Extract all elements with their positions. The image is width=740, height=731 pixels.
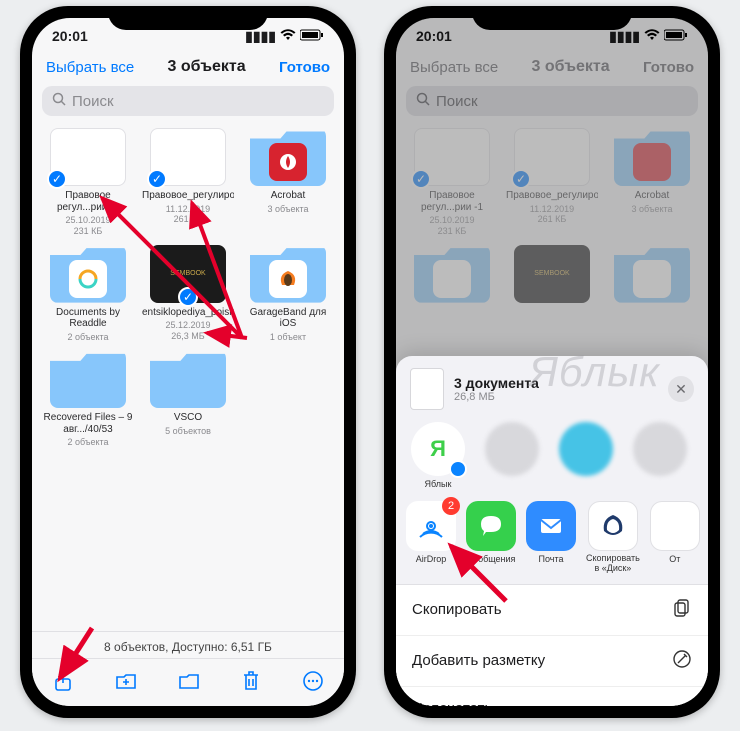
- signal-icon: ▮▮▮▮: [245, 28, 276, 45]
- sheet-subtitle: 26,8 МБ: [454, 391, 539, 403]
- page-title: 3 объекта: [168, 58, 246, 76]
- markup-icon: [672, 649, 692, 673]
- sheet-title: 3 документа: [454, 375, 539, 391]
- share-app-mail[interactable]: Почта: [526, 501, 576, 574]
- delete-button[interactable]: [241, 670, 261, 695]
- action-markup[interactable]: Добавить разметку: [396, 636, 708, 687]
- bottom-toolbar: [32, 658, 344, 706]
- status-time: 20:01: [52, 28, 88, 44]
- file-thumbnail: ✓: [150, 128, 226, 186]
- close-button[interactable]: ✕: [668, 376, 694, 402]
- folder-thumbnail: [250, 128, 326, 186]
- folder-item[interactable]: VSCO 5 объектов: [140, 350, 236, 448]
- select-all-link[interactable]: Выбрать все: [46, 59, 134, 76]
- more-button[interactable]: [302, 670, 324, 695]
- watermark: Яблык: [529, 348, 660, 396]
- battery-icon: [300, 28, 324, 44]
- file-item[interactable]: ✓ Правовое регул...рии -1 25.10.2019231 …: [40, 128, 136, 237]
- selected-check-icon: ✓: [47, 169, 67, 189]
- folder-thumbnail: [250, 245, 326, 303]
- copy-icon: [672, 598, 692, 622]
- share-app-airdrop[interactable]: 2 AirDrop: [406, 501, 456, 574]
- footer-info: 8 объектов, Доступно: 6,51 ГБ: [32, 631, 344, 658]
- action-copy[interactable]: Скопировать: [396, 585, 708, 636]
- phone-left: 20:01 ▮▮▮▮ Выбрать все 3 объекта Готово: [20, 6, 356, 718]
- file-grid: ✓ Правовое регул...рии -1 25.10.2019231 …: [32, 122, 344, 448]
- folder-thumbnail: [150, 350, 226, 408]
- file-thumbnail: ✓: [50, 128, 126, 186]
- notch: [108, 6, 268, 30]
- folder-item[interactable]: Documents by Readdle 2 объекта: [40, 245, 136, 343]
- share-app-disk[interactable]: Скопировать в «Диск»: [586, 501, 640, 574]
- folder-item[interactable]: Recovered Files – 9 авг.../40/53 2 объек…: [40, 350, 136, 448]
- share-app-messages[interactable]: Сообщения: [466, 501, 516, 574]
- folder-item[interactable]: Acrobat 3 объекта: [240, 128, 336, 237]
- nav-bar: Выбрать все 3 объекта Готово: [32, 54, 344, 82]
- share-apps-row: 2 AirDrop Сообщения Почта Скопиров: [396, 495, 708, 585]
- share-contact[interactable]: [480, 422, 544, 489]
- document-icon: [410, 368, 444, 410]
- search-placeholder: Поиск: [72, 93, 114, 110]
- file-item[interactable]: SEMBOOK ✓ entsiklopediya_poisko...heniya…: [140, 245, 236, 343]
- share-contact[interactable]: [554, 422, 618, 489]
- share-contact[interactable]: [628, 422, 692, 489]
- documents-icon: [69, 260, 107, 298]
- share-actions-list: Скопировать Добавить разметку Напечатать: [396, 585, 708, 706]
- move-button[interactable]: [178, 670, 200, 695]
- done-link[interactable]: Готово: [279, 59, 330, 76]
- airdrop-badge-icon: [449, 460, 467, 478]
- share-contact[interactable]: Я Яблык: [406, 422, 470, 489]
- search-input[interactable]: Поиск: [42, 86, 334, 116]
- folder-thumbnail: [50, 245, 126, 303]
- folder-thumbnail: [50, 350, 126, 408]
- share-app-more[interactable]: От: [650, 501, 700, 574]
- search-icon: [52, 92, 66, 110]
- share-sheet: 3 документа 26,8 МБ ✕ Я Яблык: [396, 356, 708, 706]
- folder-item[interactable]: GarageBand для iOS 1 объект: [240, 245, 336, 343]
- airdrop-badge: 2: [442, 497, 460, 515]
- acrobat-icon: [269, 143, 307, 181]
- book-thumbnail: SEMBOOK ✓: [150, 245, 226, 303]
- selected-check-icon: ✓: [178, 287, 198, 307]
- share-button[interactable]: [52, 670, 74, 695]
- wifi-icon: [280, 28, 296, 44]
- file-item[interactable]: ✓ Правовое_регулиро...еской 11.12.201926…: [140, 128, 236, 237]
- selected-check-icon: ✓: [147, 169, 167, 189]
- garageband-icon: [269, 260, 307, 298]
- action-print[interactable]: Напечатать: [396, 687, 708, 706]
- airdrop-contacts-row: Я Яблык: [396, 418, 708, 495]
- notch: [472, 6, 632, 30]
- new-folder-button[interactable]: [115, 670, 137, 695]
